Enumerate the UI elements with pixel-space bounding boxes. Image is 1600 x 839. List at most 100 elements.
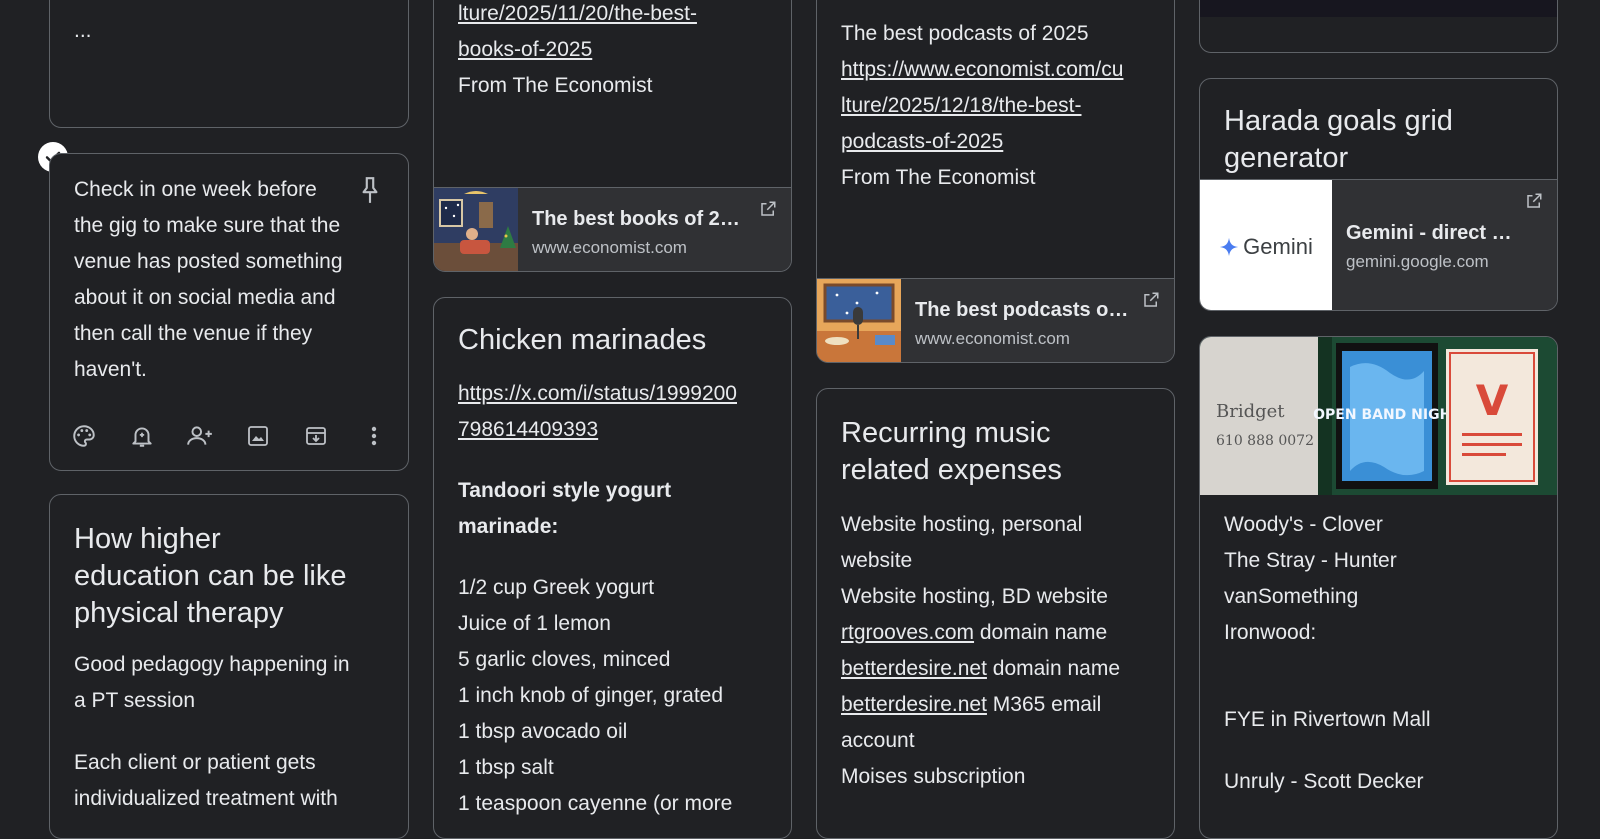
note-line: website — [841, 549, 913, 572]
archive-button[interactable] — [296, 416, 336, 456]
note-body: Check in one week before the gig to make… — [74, 172, 352, 388]
note-line: individualized treatment with — [74, 787, 338, 810]
note-line — [1224, 687, 1533, 702]
note-link-line[interactable]: 798614409393 — [458, 412, 767, 448]
note-line: Good pedagogy happening in — [74, 653, 350, 676]
note-link-line[interactable]: https://www.economist.com/cu — [841, 52, 1150, 88]
note-line: vanSomething — [1224, 585, 1359, 608]
note-card-higher-education[interactable]: How higher education can be like physica… — [49, 494, 409, 839]
note-line: From The Economist — [841, 166, 1036, 189]
note-title-line: Harada goals grid — [1224, 105, 1453, 137]
note-card-ellipsis[interactable]: ... — [49, 0, 409, 128]
note-line: account — [841, 729, 915, 752]
note-line — [1224, 738, 1533, 764]
note-line: FYE in Rivertown Mall — [1224, 708, 1431, 731]
note-title: Chicken marinades — [458, 324, 707, 356]
note-line: venue has posted something — [74, 250, 343, 273]
link-preview-title: Gemini - direct access to Google AI — [1346, 222, 1513, 244]
note-link-line[interactable]: lture/2025/11/20/the-best- — [458, 0, 767, 32]
note-line: The Stray - Hunter — [1224, 549, 1397, 572]
note-body: Website hosting, personal website Websit… — [841, 507, 1150, 795]
note-card-best-books[interactable]: lture/2025/11/20/the-best- books-of-2025… — [433, 0, 792, 272]
note-line: Check in one week before — [74, 178, 317, 201]
note-text: domain name — [986, 657, 1121, 680]
note-link-line[interactable]: lture/2025/12/18/the-best- — [841, 88, 1150, 124]
note-card-chicken-marinades[interactable]: Chicken marinades https://x.com/i/status… — [433, 297, 792, 839]
note-body: lture/2025/11/20/the-best- books-of-2025… — [458, 0, 767, 104]
note-link[interactable]: betterdesire.net — [841, 693, 987, 716]
note-line: rtgrooves.com domain name — [841, 615, 1150, 651]
open-in-new-icon[interactable] — [759, 200, 777, 218]
reminder-bell-icon — [132, 427, 152, 447]
ingredient-line: Juice of 1 lemon — [458, 612, 611, 635]
note-line: From The Economist — [458, 74, 653, 97]
background-options-button[interactable] — [64, 416, 104, 456]
ingredient-line: 1 teaspoon cayenne (or more — [458, 792, 733, 815]
note-heading-line: Tandoori style yogurt — [458, 479, 672, 502]
note-title-line: generator — [1224, 142, 1349, 174]
pin-icon — [362, 177, 378, 203]
ingredient-line: 1 inch knob of ginger, grated — [458, 684, 724, 707]
note-card-harada[interactable]: Harada goals grid generator Gemini Gemin… — [1199, 78, 1558, 311]
note-image-collage: Bridget 610 888 0072 OPEN BAND NIGHT V — [1200, 337, 1557, 495]
note-text: M365 email — [986, 693, 1102, 716]
note-line — [1224, 651, 1533, 687]
note-line: haven't. — [74, 358, 147, 381]
link-preview[interactable]: The best podcasts of 2025 www.economist.… — [817, 278, 1174, 362]
open-in-new-icon[interactable] — [1142, 291, 1160, 309]
note-line: betterdesire.net domain name — [841, 651, 1150, 687]
note-link-line[interactable]: https://x.com/i/status/1999200 — [458, 376, 767, 412]
link-preview-domain: gemini.google.com — [1346, 252, 1489, 271]
note-line: The best podcasts of 2025 — [841, 22, 1089, 45]
pin-note-button[interactable] — [350, 170, 390, 210]
note-line: Unruly - Scott Decker — [1224, 770, 1424, 793]
note-title-line: How higher — [74, 523, 221, 555]
ingredient-line: 1/2 cup Greek yogurt — [458, 576, 655, 599]
palette-icon — [73, 425, 95, 447]
note-body: ... — [74, 13, 384, 49]
note-card-best-podcasts[interactable]: The best podcasts of 2025 https://www.ec… — [816, 0, 1175, 363]
note-image-handwriting: 610 888 0072 — [1216, 433, 1314, 449]
note-body: Woody's - Clover The Stray - Hunter vanS… — [1224, 507, 1533, 800]
remind-me-button[interactable] — [122, 416, 162, 456]
note-link-line[interactable]: books-of-2025 — [458, 32, 767, 68]
gemini-sparkle-icon — [1219, 237, 1239, 256]
link-preview-title: The best books of 2025 — [532, 208, 747, 230]
link-preview-thumbnail: Gemini — [1200, 180, 1332, 310]
note-line: a PT session — [74, 689, 196, 712]
link-preview-thumbnail — [434, 188, 518, 271]
note-text: domain name — [974, 621, 1108, 644]
note-link[interactable]: betterdesire.net — [841, 657, 987, 680]
collaborator-button[interactable] — [180, 416, 220, 456]
note-line: Ironwood: — [1224, 621, 1317, 644]
note-toolbar — [64, 416, 394, 456]
link-preview-title: The best podcasts of 2025 — [915, 299, 1130, 321]
note-card-music-expenses[interactable]: Recurring music related expenses Website… — [816, 388, 1175, 839]
note-line: then call the venue if they — [74, 322, 313, 345]
add-image-button[interactable] — [238, 416, 278, 456]
note-line: the gig to make sure that the — [74, 214, 341, 237]
note-image-handwriting: Bridget — [1216, 401, 1285, 422]
more-options-button[interactable] — [354, 416, 394, 456]
note-line: Website hosting, personal — [841, 513, 1083, 536]
note-card-band-list[interactable]: Bridget 610 888 0072 OPEN BAND NIGHT V W… — [1199, 336, 1558, 839]
link-preview[interactable]: The best books of 2025 www.economist.com — [434, 187, 791, 271]
open-in-new-icon[interactable] — [1525, 192, 1543, 210]
link-preview[interactable]: Gemini Gemini - direct access to Google … — [1200, 179, 1557, 310]
note-image-poster-text: V — [1476, 376, 1509, 425]
note-image — [1200, 0, 1557, 17]
add-image-icon — [248, 426, 268, 446]
ingredient-line: 1 tbsp salt — [458, 756, 554, 779]
note-line: Website hosting, BD website — [841, 585, 1108, 608]
note-title-line: related expenses — [841, 454, 1062, 486]
note-line: Woody's - Clover — [1224, 513, 1383, 536]
note-line: Each client or patient gets — [74, 751, 316, 774]
note-body: The best podcasts of 2025 https://www.ec… — [841, 16, 1150, 196]
link-preview-thumbnail — [817, 279, 901, 362]
note-card-image-top[interactable] — [1199, 0, 1558, 53]
note-link-line[interactable]: podcasts-of-2025 — [841, 124, 1150, 160]
note-card-gig-reminder[interactable]: Check in one week before the gig to make… — [49, 153, 409, 471]
note-line: Moises subscription — [841, 765, 1026, 788]
note-body: Good pedagogy happening in a PT session … — [74, 647, 384, 817]
note-link[interactable]: rtgrooves.com — [841, 621, 974, 644]
